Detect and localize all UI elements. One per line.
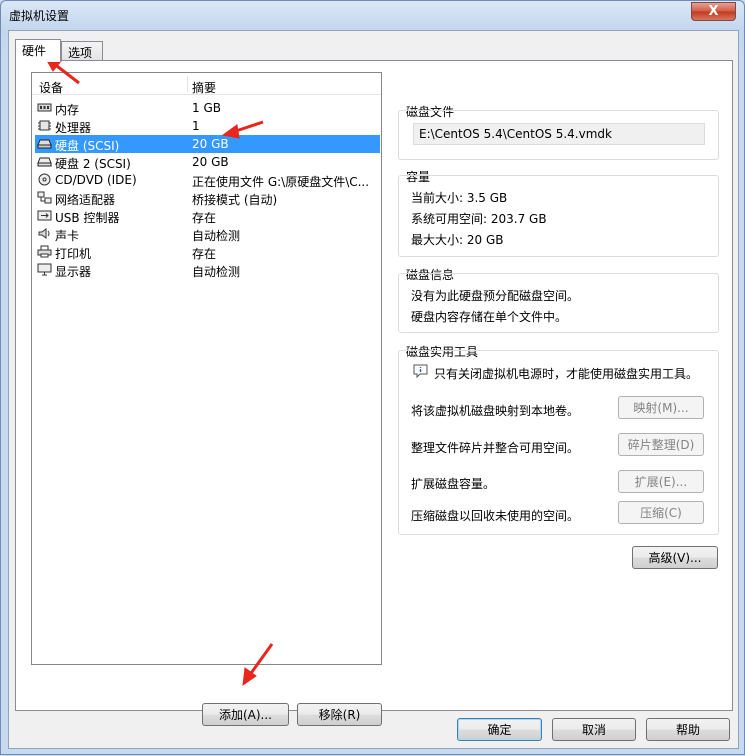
ok-button[interactable]: 确定	[457, 718, 542, 741]
disk-info-line2: 硬盘内容存储在单个文件中。	[411, 310, 568, 324]
device-row-printer[interactable]: 打印机 存在	[35, 243, 380, 261]
device-row-usb-controller[interactable]: USB 控制器 存在	[35, 207, 380, 225]
settings-window: 虚拟机设置 X 硬件 选项 设备 摘要 内存 1 GB 处理器 1 硬盘 (SC…	[0, 0, 745, 755]
device-name: 处理器	[55, 121, 92, 135]
device-name: CD/DVD (IDE)	[55, 173, 137, 187]
map-button[interactable]: 映射(M)...	[618, 396, 704, 419]
device-row-network-adapter[interactable]: 网络适配器 桥接模式 (自动)	[35, 189, 380, 207]
device-summary: 存在	[192, 247, 217, 261]
expand-button[interactable]: 扩展(E)...	[618, 470, 704, 493]
device-name: 显示器	[55, 265, 92, 279]
device-row-sound-card[interactable]: 声卡 自动检测	[35, 225, 380, 243]
device-summary: 存在	[192, 211, 217, 225]
close-icon: X	[708, 4, 719, 19]
column-header-summary[interactable]: 摘要	[192, 79, 216, 96]
utilities-note: 只有关闭虚拟机电源时，才能使用磁盘实用工具。	[434, 367, 699, 381]
info-note-icon	[413, 364, 428, 378]
network-icon	[37, 191, 52, 204]
cancel-button[interactable]: 取消	[552, 718, 636, 741]
tab-hardware-label: 硬件	[22, 44, 47, 58]
device-summary: 自动检测	[192, 265, 241, 279]
defrag-label: 整理文件碎片并整合可用空间。	[411, 441, 580, 455]
hardware-panel: 设备 摘要 内存 1 GB 处理器 1 硬盘 (SCSI) 20 GB 硬盘 2…	[15, 60, 733, 726]
remove-button[interactable]: 移除(R)	[297, 703, 382, 726]
capacity-available: 系统可用空间: 203.7 GB	[411, 212, 547, 226]
device-summary: 1 GB	[192, 101, 221, 115]
sound-icon	[38, 228, 50, 239]
disk-file-path[interactable]: E:\CentOS 5.4\CentOS 5.4.vmdk	[413, 123, 705, 145]
compact-label: 压缩磁盘以回收未使用的空间。	[411, 509, 580, 523]
printer-icon	[37, 245, 52, 258]
device-row-hard-disk-scsi[interactable]: 硬盘 (SCSI) 20 GB	[35, 135, 380, 153]
add-button[interactable]: 添加(A)...	[202, 703, 289, 726]
disk-info-line1: 没有为此硬盘预分配磁盘空间。	[411, 289, 580, 303]
capacity-current: 当前大小: 3.5 GB	[411, 191, 508, 205]
device-summary: 20 GB	[192, 137, 229, 151]
advanced-button[interactable]: 高级(V)...	[632, 546, 718, 569]
usb-icon	[37, 210, 52, 221]
device-list-header: 设备 摘要	[32, 73, 381, 95]
device-name: 声卡	[55, 229, 80, 243]
device-row-display[interactable]: 显示器 自动检测	[35, 261, 380, 279]
device-name: 硬盘 2 (SCSI)	[55, 157, 131, 171]
hard-disk-icon	[37, 139, 52, 149]
device-summary: 桥接模式 (自动)	[192, 193, 278, 207]
tab-options[interactable]: 选项	[61, 41, 103, 61]
defrag-button[interactable]: 碎片整理(D)	[618, 433, 704, 456]
device-summary: 20 GB	[192, 155, 229, 169]
tab-hardware[interactable]: 硬件	[15, 39, 61, 62]
map-label: 将该虚拟机磁盘映射到本地卷。	[411, 404, 580, 418]
compact-button[interactable]: 压缩(C)	[618, 501, 704, 524]
device-summary: 正在使用文件 G:\原硬盘文件\C...	[192, 175, 370, 189]
dialog-body: 硬件 选项 设备 摘要 内存 1 GB 处理器 1 硬盘 (SCSI) 20 G…	[8, 30, 739, 749]
window-title: 虚拟机设置	[9, 9, 70, 23]
memory-icon	[37, 103, 52, 112]
device-list[interactable]: 设备 摘要 内存 1 GB 处理器 1 硬盘 (SCSI) 20 GB 硬盘 2…	[31, 72, 382, 665]
device-name: 硬盘 (SCSI)	[55, 139, 120, 153]
column-header-device[interactable]: 设备	[39, 79, 63, 96]
device-name: 网络适配器	[55, 193, 116, 207]
device-name: 打印机	[55, 247, 92, 261]
display-icon	[37, 263, 52, 276]
help-button[interactable]: 帮助	[646, 718, 730, 741]
device-name: USB 控制器	[55, 211, 120, 225]
hard-disk-icon	[37, 157, 52, 167]
title-bar: 虚拟机设置 X	[1, 1, 744, 29]
device-row-memory[interactable]: 内存 1 GB	[35, 99, 380, 117]
device-name: 内存	[55, 103, 80, 117]
cpu-icon	[38, 120, 51, 131]
capacity-max: 最大大小: 20 GB	[411, 233, 504, 247]
device-summary: 自动检测	[192, 229, 241, 243]
tab-options-label: 选项	[68, 46, 93, 60]
column-divider	[187, 76, 188, 92]
close-button[interactable]: X	[691, 2, 736, 21]
cd-dvd-icon	[38, 173, 51, 186]
device-row-processor[interactable]: 处理器 1	[35, 117, 380, 135]
device-summary: 1	[192, 119, 200, 133]
device-row-cd-dvd[interactable]: CD/DVD (IDE) 正在使用文件 G:\原硬盘文件\C...	[35, 171, 380, 189]
device-row-hard-disk-2[interactable]: 硬盘 2 (SCSI) 20 GB	[35, 153, 380, 171]
expand-label: 扩展磁盘容量。	[411, 477, 496, 491]
